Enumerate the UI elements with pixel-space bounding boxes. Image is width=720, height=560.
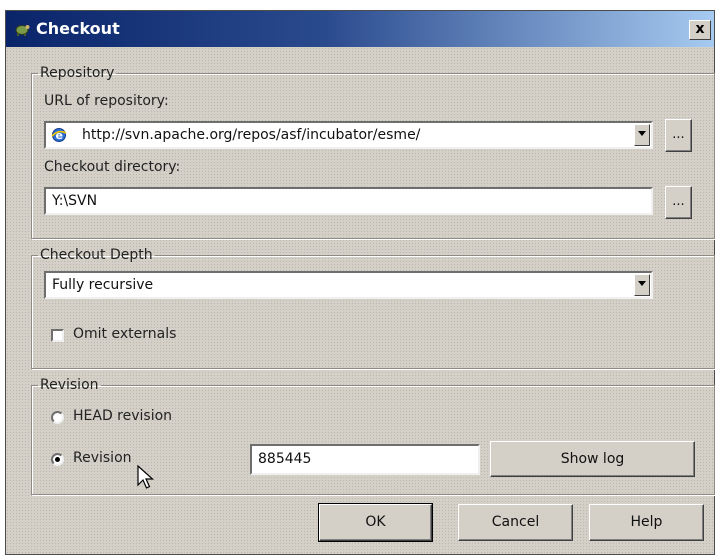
checkout-directory-value: Y:\SVN [52,193,98,209]
mouse-pointer-icon [137,465,155,489]
checkout-directory-label: Checkout directory: [44,159,181,175]
url-combobox[interactable]: e http://svn.apache.org/repos/asf/incuba… [44,121,653,149]
head-revision-label[interactable]: HEAD revision [73,408,172,424]
revision-radio[interactable] [51,453,64,466]
ok-button[interactable]: OK [318,503,433,542]
omit-externals-checkbox[interactable] [51,329,64,342]
close-button[interactable]: x [689,20,711,40]
omit-externals-label[interactable]: Omit externals [73,326,176,342]
window-title: Checkout [36,19,120,38]
tortoise-icon [15,25,30,36]
title-bar[interactable]: Checkout x [6,11,714,47]
radio-selected-dot [55,457,60,462]
head-revision-radio[interactable] [51,411,64,424]
revision-number-value: 885445 [258,451,312,467]
revision-group: Revision [31,377,715,495]
revision-legend: Revision [40,377,99,393]
revision-number-input[interactable]: 885445 [250,444,480,475]
depth-dropdown-arrow[interactable] [634,274,650,296]
checkout-dialog: Checkout x Repository URL of repository:… [5,10,715,555]
checkout-depth-legend: Checkout Depth [40,247,153,263]
depth-select[interactable]: Fully recursive [44,271,653,299]
help-button[interactable]: Help [589,504,704,541]
chevron-down-icon [638,281,646,286]
ie-globe-icon: e [51,128,67,142]
url-dropdown-arrow[interactable] [634,124,650,146]
revision-radio-label[interactable]: Revision [73,450,132,466]
checkout-directory-input[interactable]: Y:\SVN [44,187,653,215]
cancel-button[interactable]: Cancel [458,504,573,541]
chevron-down-icon [638,131,646,136]
show-log-button[interactable]: Show log [490,441,695,477]
url-browse-button[interactable]: ... [665,119,692,152]
url-label: URL of repository: [44,93,169,109]
depth-selected-value: Fully recursive [52,277,154,293]
checkout-depth-group: Checkout Depth [31,247,715,369]
checkout-directory-browse-button[interactable]: ... [665,186,692,219]
url-value: http://svn.apache.org/repos/asf/incubato… [82,127,421,143]
repository-legend: Repository [40,65,115,81]
